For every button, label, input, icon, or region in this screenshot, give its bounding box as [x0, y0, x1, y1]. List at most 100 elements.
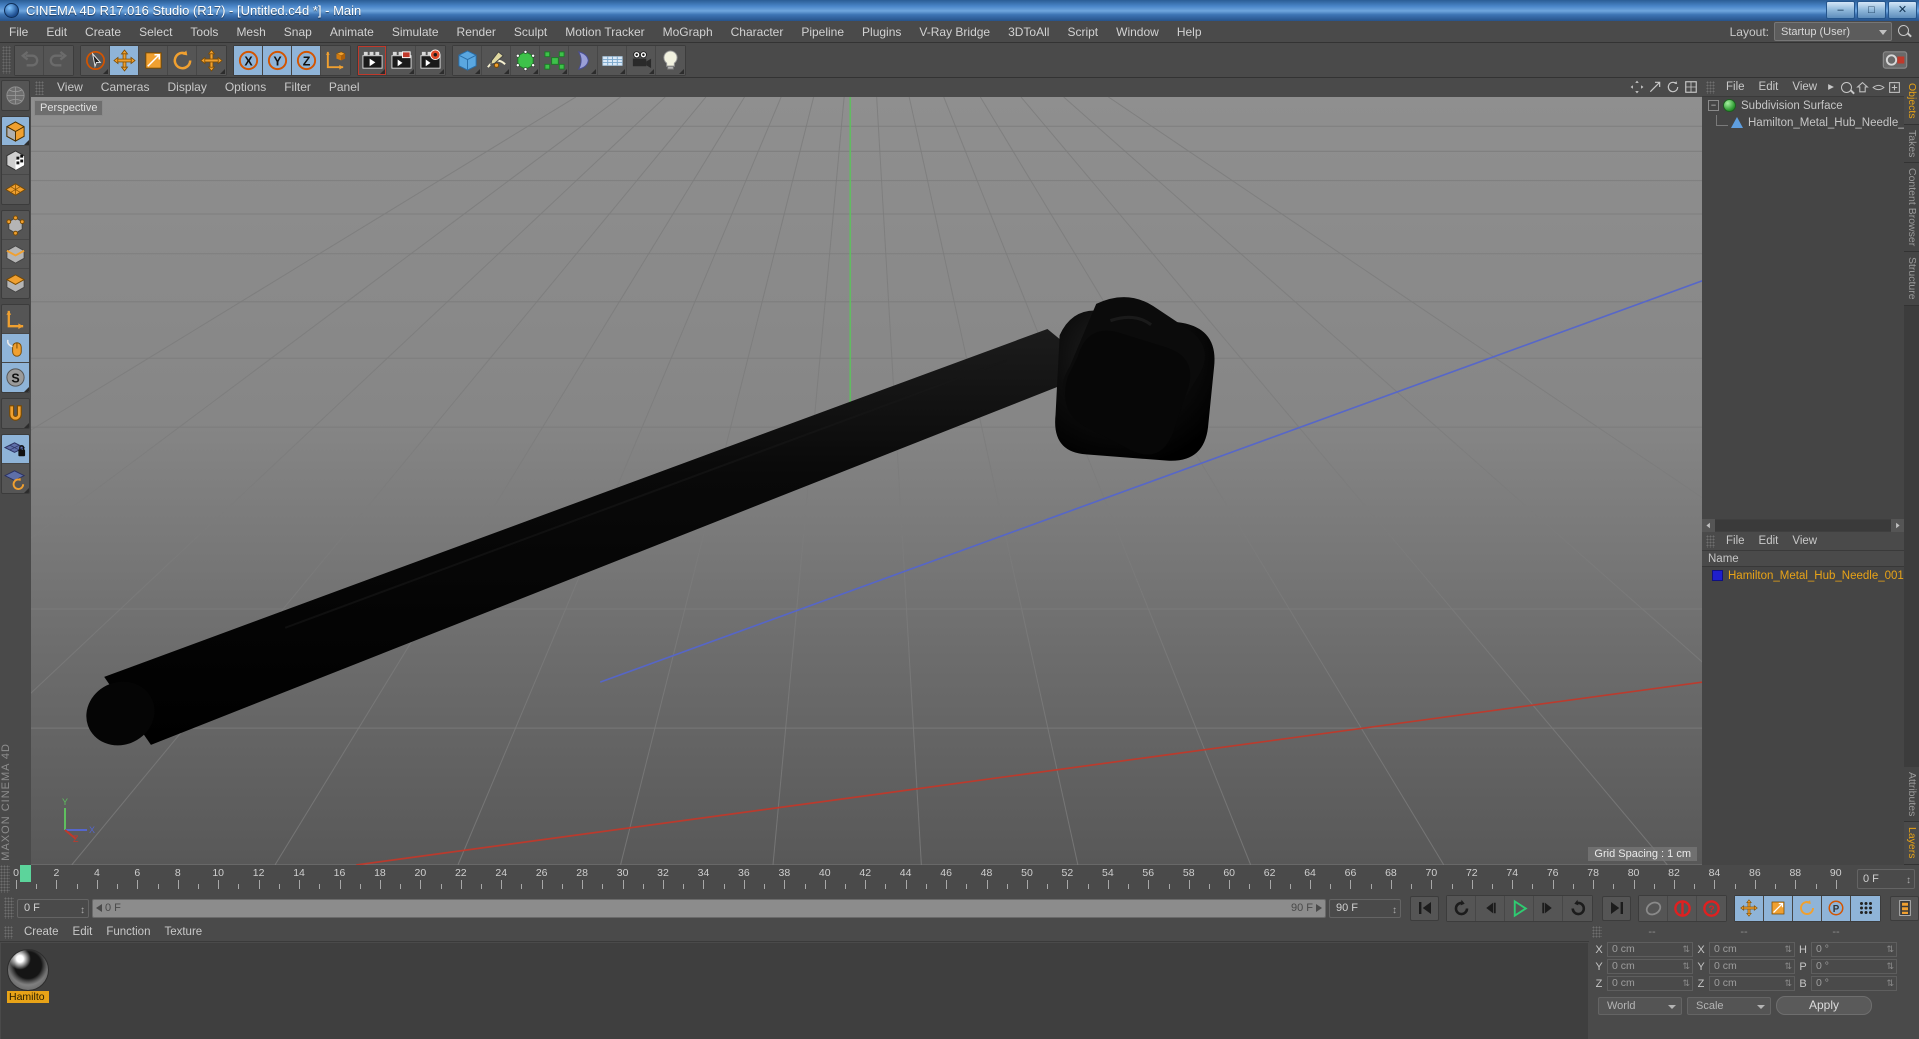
menu-item-sculpt[interactable]: Sculpt	[505, 21, 556, 43]
material-preview-thumbnail[interactable]	[7, 949, 49, 991]
object-manager-grip[interactable]	[1706, 80, 1715, 94]
step-back-button[interactable]	[1476, 895, 1505, 921]
object-manager-horizontal-scrollbar[interactable]	[1702, 519, 1904, 532]
render-view-button[interactable]	[358, 45, 387, 75]
object-manager-menu-file[interactable]: File	[1719, 78, 1752, 97]
maximize-view-icon[interactable]	[1684, 80, 1698, 94]
range-end-arrow-icon[interactable]	[1316, 904, 1322, 912]
polygon-mode-button[interactable]	[2, 269, 29, 298]
timeline-playhead[interactable]	[20, 865, 31, 882]
viewport-menu-cameras[interactable]: Cameras	[92, 78, 159, 97]
rotate-button[interactable]	[168, 45, 197, 75]
object-manager-menu-edit[interactable]: Edit	[1752, 78, 1786, 97]
transport-grip[interactable]	[4, 897, 14, 919]
maximize-button[interactable]: □	[1857, 1, 1886, 19]
menu-item-select[interactable]: Select	[130, 21, 181, 43]
home-icon[interactable]	[1856, 81, 1869, 94]
axis-z-button[interactable]: Z	[292, 45, 321, 75]
layer-manager-menu-file[interactable]: File	[1719, 532, 1752, 551]
layer-manager-grip[interactable]	[1706, 534, 1715, 548]
material-menu-edit[interactable]: Edit	[66, 923, 100, 942]
scroll-right-arrow[interactable]	[1891, 519, 1904, 532]
rotate-view-icon[interactable]	[1666, 80, 1680, 94]
go-to-end-button[interactable]	[1602, 895, 1631, 921]
position-key-button[interactable]	[1735, 895, 1764, 921]
redo-button[interactable]	[44, 45, 73, 75]
live-selection-button[interactable]	[81, 45, 110, 75]
scroll-track[interactable]	[1715, 520, 1891, 531]
menu-item-simulate[interactable]: Simulate	[383, 21, 448, 43]
timeline-range-bar[interactable]: 0 F 90 F	[92, 898, 1326, 918]
menu-item-snap[interactable]: Snap	[275, 21, 321, 43]
position-y-field[interactable]: 0 cm	[1607, 959, 1693, 974]
layer-row[interactable]: Hamilton_Metal_Hub_Needle_001	[1702, 567, 1904, 584]
enable-snap-button[interactable]: S	[2, 363, 29, 392]
material-menu-function[interactable]: Function	[99, 923, 157, 942]
object-tree-row-subdivision-surface[interactable]: − Subdivision Surface	[1702, 97, 1904, 114]
tab-takes[interactable]: Takes	[1904, 124, 1919, 164]
layer-manager[interactable]: Name Hamilton_Metal_Hub_Needle_001	[1702, 551, 1904, 865]
floor-environment-button[interactable]	[598, 45, 627, 75]
position-z-field[interactable]: 0 cm	[1607, 976, 1693, 991]
play-reverse-loop-button[interactable]	[1447, 895, 1476, 921]
menu-item-render[interactable]: Render	[448, 21, 505, 43]
rotation-h-field[interactable]: 0 °	[1811, 942, 1897, 957]
menu-item-vray-bridge[interactable]: V-Ray Bridge	[910, 21, 999, 43]
size-y-field[interactable]: 0 cm	[1709, 959, 1795, 974]
minimize-button[interactable]: –	[1826, 1, 1855, 19]
model-mode-button[interactable]	[2, 117, 29, 146]
close-button[interactable]: ✕	[1888, 1, 1917, 19]
timeline-grip[interactable]	[0, 865, 10, 893]
tree-expander[interactable]: −	[1708, 100, 1719, 111]
menu-item-motion-tracker[interactable]: Motion Tracker	[556, 21, 653, 43]
timeline-ruler[interactable]: 0 2 4 6 8 10 12 14 16 18 20 22 24 26 28 30 32 34 36 38 40 42 4…	[10, 865, 1854, 893]
menu-item-script[interactable]: Script	[1058, 21, 1107, 43]
object-manager-menu-overflow[interactable]: ▸	[1824, 78, 1838, 97]
menu-item-pipeline[interactable]: Pipeline	[792, 21, 853, 43]
workplane-lock-button[interactable]	[2, 435, 29, 464]
menu-item-3dtoall[interactable]: 3DToAll	[999, 21, 1058, 43]
menu-item-create[interactable]: Create	[76, 21, 130, 43]
menu-item-help[interactable]: Help	[1168, 21, 1211, 43]
render-queue-button[interactable]	[1881, 46, 1909, 77]
scale-view-icon[interactable]	[1648, 80, 1662, 94]
menu-item-character[interactable]: Character	[722, 21, 793, 43]
parameter-key-button[interactable]: P	[1822, 895, 1851, 921]
tab-objects[interactable]: Objects	[1904, 78, 1919, 125]
workplane-rotate-button[interactable]	[2, 464, 29, 493]
spline-pen-button[interactable]	[482, 45, 511, 75]
texture-mode-button[interactable]	[2, 146, 29, 175]
cube-primitive-button[interactable]	[453, 45, 482, 75]
object-manager-menu-view[interactable]: View	[1785, 78, 1824, 97]
material-manager-grip[interactable]	[4, 925, 13, 939]
tab-content-browser[interactable]: Content Browser	[1904, 163, 1919, 253]
go-to-start-button[interactable]	[1410, 895, 1439, 921]
fit-icon[interactable]	[1888, 81, 1901, 94]
menu-item-plugins[interactable]: Plugins	[853, 21, 910, 43]
coordinate-manager-grip[interactable]	[1592, 925, 1602, 938]
search-icon[interactable]	[1840, 81, 1853, 94]
eye-icon[interactable]	[1872, 81, 1885, 94]
layer-manager-menu-edit[interactable]: Edit	[1752, 532, 1786, 551]
object-axis-button[interactable]	[2, 305, 29, 334]
viewport-menu-view[interactable]: View	[48, 78, 92, 97]
axis-x-button[interactable]: X	[234, 45, 263, 75]
menu-item-tools[interactable]: Tools	[181, 21, 227, 43]
menu-item-mograph[interactable]: MoGraph	[654, 21, 722, 43]
render-settings-button[interactable]	[416, 45, 445, 75]
array-button[interactable]	[540, 45, 569, 75]
viewport-solo-button[interactable]	[2, 334, 29, 363]
point-mode-button[interactable]	[2, 211, 29, 240]
move-duplicate-button[interactable]	[197, 45, 226, 75]
layout-dropdown[interactable]: Startup (User)	[1774, 22, 1892, 41]
size-x-field[interactable]: 0 cm	[1709, 942, 1795, 957]
record-active-objects-button[interactable]	[1668, 895, 1697, 921]
point-level-animation-button[interactable]	[1851, 895, 1880, 921]
bend-deformer-button[interactable]	[569, 45, 598, 75]
play-button[interactable]	[1505, 895, 1534, 921]
size-z-field[interactable]: 0 cm	[1709, 976, 1795, 991]
viewport-menu-display[interactable]: Display	[158, 78, 215, 97]
menu-item-animate[interactable]: Animate	[321, 21, 383, 43]
transform-mode-dropdown[interactable]: Scale	[1687, 996, 1771, 1015]
tab-attributes[interactable]: Attributes	[1904, 767, 1919, 823]
